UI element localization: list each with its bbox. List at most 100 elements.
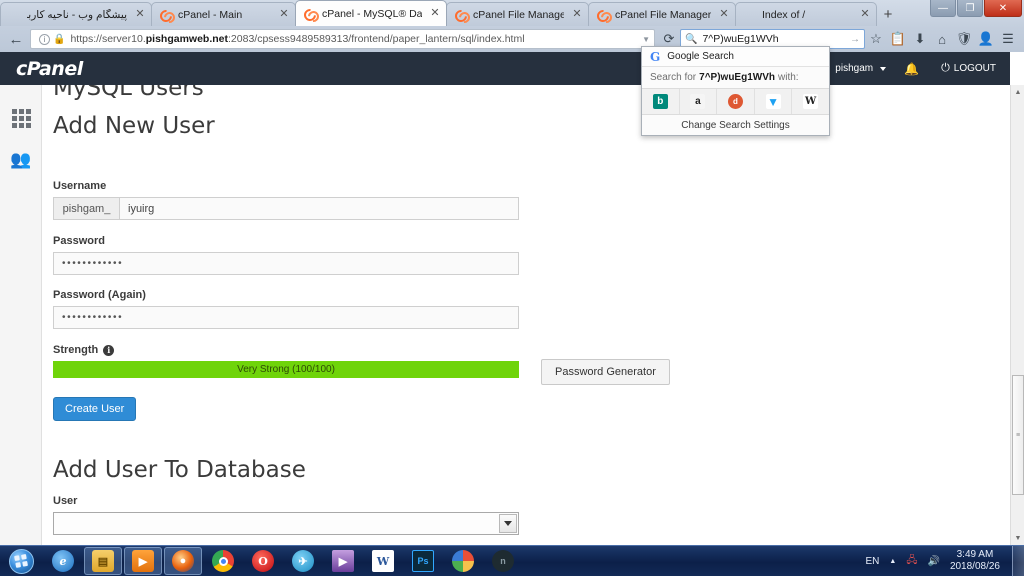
new-tab-button[interactable]: + [876, 2, 900, 26]
taskbar-item-photoshop[interactable]: Ps [404, 547, 442, 575]
engine-duckduckgo[interactable]: d [717, 89, 755, 114]
tab-favicon-generic [9, 8, 22, 21]
tab-strip: پیشگام وب - ناحیه کاربری ✕ cPanel - Main… [0, 0, 1024, 26]
taskbar-item-app-color[interactable] [444, 547, 482, 575]
taskbar-item-chrome[interactable] [204, 547, 242, 575]
taskbar-item-nox[interactable]: n [484, 547, 522, 575]
taskbar-item-firefox[interactable]: ● [164, 547, 202, 575]
window-minimize-button[interactable]: — [930, 0, 956, 17]
taskbar-item-telegram[interactable]: ✈ [284, 547, 322, 575]
username-input[interactable]: iyuirg [119, 197, 519, 220]
browser-tab-4[interactable]: cPanel File Manager v3 - F ✕ [588, 2, 736, 26]
engine-amazon[interactable]: a [680, 89, 718, 114]
scrollbar-thumb[interactable]: ≡ [1012, 375, 1024, 495]
home-icon[interactable]: ⌂ [931, 28, 953, 50]
search-input-value: 7^P)wuEg1WVh [702, 33, 778, 45]
tab-close-icon[interactable]: ✕ [277, 8, 291, 22]
site-info-icon[interactable]: i [39, 34, 50, 45]
browser-tab-5[interactable]: Index of / ✕ [735, 2, 877, 26]
tab-close-icon[interactable]: ✕ [428, 7, 442, 21]
language-indicator[interactable]: EN [865, 556, 879, 567]
password-generator-button[interactable]: Password Generator [541, 359, 670, 385]
firefox-icon: ● [172, 550, 194, 572]
username-label: Username [53, 180, 519, 192]
engine-wikipedia[interactable]: W [792, 89, 829, 114]
taskbar-item-opera[interactable]: O [244, 547, 282, 575]
folder-icon: ▤ [92, 550, 114, 572]
network-icon[interactable]: 🖧 [906, 553, 917, 570]
pocket-icon[interactable]: 🛡 [953, 28, 975, 50]
engine-twitter[interactable]: ▼ [755, 89, 793, 114]
bell-icon: 🔔 [904, 62, 919, 76]
logout-label: LOGOUT [954, 63, 996, 74]
search-for-row: Search for 7^P)wuEg1WVh with: [642, 67, 829, 89]
telegram-icon: ✈ [292, 550, 314, 572]
browser-tab-0[interactable]: پیشگام وب - ناحیه کاربری ✕ [0, 2, 152, 26]
back-button-icon[interactable]: ← [5, 28, 27, 50]
show-desktop-button[interactable] [1012, 546, 1024, 577]
chevron-down-icon[interactable] [499, 514, 517, 533]
tab-close-icon[interactable]: ✕ [717, 8, 731, 22]
logout-button[interactable]: ⏻ LOGOUT [941, 62, 996, 75]
create-user-button[interactable]: Create User [53, 397, 136, 421]
windows-logo-icon [9, 549, 34, 574]
account-icon[interactable]: 👤 [975, 28, 997, 50]
downloads-icon[interactable]: ⬇ [909, 28, 931, 50]
taskbar-item-word[interactable]: W [364, 547, 402, 575]
scroll-down-button[interactable]: ▼ [1011, 531, 1024, 545]
taskbar-item-internet-explorer[interactable]: e [44, 547, 82, 575]
media-player-icon: ▶ [132, 550, 154, 572]
taskbar-items: e ▤ ▶ ● O ✈ ▶ W Ps [44, 547, 524, 575]
sidebar-item-users[interactable]: 👥 [0, 139, 42, 181]
tab-title: cPanel File Manager v3 [473, 9, 564, 21]
tab-close-icon[interactable]: ✕ [133, 8, 147, 22]
browser-tab-2-active[interactable]: cPanel - MySQL® Databas ✕ [295, 0, 447, 26]
cpanel-favicon-icon [597, 8, 610, 21]
start-button[interactable] [2, 547, 40, 576]
taskbar-item-windows-explorer[interactable]: ▤ [84, 547, 122, 575]
tab-close-icon[interactable]: ✕ [570, 8, 584, 22]
change-search-settings-link[interactable]: Change Search Settings [642, 115, 829, 135]
suggestion-google-search[interactable]: G Google Search [642, 47, 829, 67]
notifications-button[interactable]: 🔔 [904, 62, 923, 76]
sidebar-item-apps[interactable] [0, 97, 42, 139]
navigation-bar: ← i 🔒 https://server10.pishgamweb.net:20… [0, 26, 1024, 52]
page-scrollbar[interactable]: ▲ ≡ ▼ [1010, 85, 1024, 545]
browser-tab-3[interactable]: cPanel File Manager v3 ✕ [446, 2, 589, 26]
cpanel-header-actions: 👤 pishgam 🔔 ⏻ LOGOUT [801, 62, 996, 76]
google-icon: G [650, 50, 660, 64]
show-hidden-icons-button[interactable]: ▲ [889, 558, 896, 565]
browser-tab-1[interactable]: cPanel - Main ✕ [151, 2, 296, 26]
window-maximize-button[interactable]: ❐ [957, 0, 983, 17]
tab-title: cPanel - MySQL® Databas [322, 8, 422, 20]
tab-title: cPanel File Manager v3 - F [615, 9, 711, 21]
library-icon[interactable]: 📋 [887, 28, 909, 50]
taskbar-item-app-x[interactable]: ▶ [324, 547, 362, 575]
engine-bing[interactable]: b [642, 89, 680, 114]
grid-icon [12, 109, 31, 128]
tab-favicon-generic [744, 8, 757, 21]
password-input[interactable]: •••••••••••• [53, 252, 519, 275]
cpanel-logo[interactable]: cPanel [16, 58, 83, 80]
user-select-label: User [53, 495, 519, 507]
strength-value: Very Strong (100/100) [237, 364, 335, 375]
username-field-row: pishgam_ iyuirg [53, 197, 519, 220]
volume-icon[interactable]: 🔊 [927, 556, 939, 567]
window-controls: — ❐ ✕ [929, 0, 1022, 18]
info-icon[interactable]: i [103, 345, 114, 356]
password-again-input[interactable]: •••••••••••• [53, 306, 519, 329]
scroll-up-button[interactable]: ▲ [1011, 85, 1024, 99]
tab-close-icon[interactable]: ✕ [858, 8, 872, 22]
chevron-down-icon [880, 67, 886, 71]
clock-date: 2018/08/26 [950, 561, 1000, 573]
url-bar[interactable]: i 🔒 https://server10.pishgamweb.net:2083… [30, 29, 655, 49]
strength-label: Strength [53, 344, 98, 356]
menu-icon[interactable]: ☰ [997, 28, 1019, 50]
user-select[interactable] [53, 512, 519, 535]
url-dropdown-icon[interactable]: ▼ [636, 35, 650, 44]
clock[interactable]: 3:49 AM 2018/08/26 [950, 549, 1000, 573]
window-close-button[interactable]: ✕ [984, 0, 1022, 17]
search-go-icon[interactable]: → [850, 34, 860, 45]
star-icon[interactable]: ☆ [865, 28, 887, 50]
taskbar-item-media-player[interactable]: ▶ [124, 547, 162, 575]
